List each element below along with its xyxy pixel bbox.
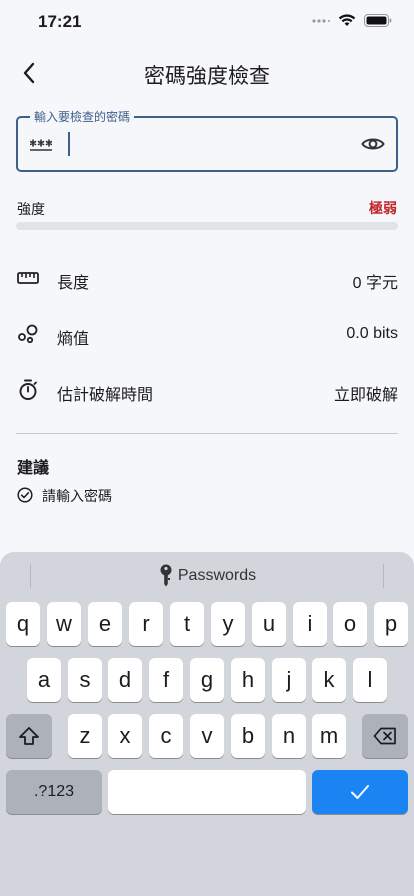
key-m[interactable]: m xyxy=(312,714,346,758)
nav-bar: 密碼強度檢查 xyxy=(0,46,414,100)
wifi-icon xyxy=(338,13,356,32)
key-b[interactable]: b xyxy=(231,714,265,758)
suggestion-item: 請輸入密碼 xyxy=(17,486,112,506)
key-s[interactable]: s xyxy=(68,658,102,702)
done-key[interactable] xyxy=(312,770,408,814)
metric-crack-time: 估計破解時間 立即破解 xyxy=(16,375,398,405)
metric-label: 長度 xyxy=(57,275,90,292)
strength-value: 極弱 xyxy=(369,200,397,216)
status-icons xyxy=(312,13,392,32)
key-n[interactable]: n xyxy=(272,714,306,758)
metric-entropy: 熵值 0.0 bits xyxy=(16,319,398,349)
key-o[interactable]: o xyxy=(333,602,367,646)
metric-label: 熵值 xyxy=(57,331,90,348)
status-time: 17:21 xyxy=(38,12,82,31)
strength-bar xyxy=(16,222,398,230)
suggestion-text: 請輸入密碼 xyxy=(42,488,112,504)
status-bar: 17:21 xyxy=(0,0,414,46)
passwords-label: Passwords xyxy=(177,567,257,584)
eye-icon xyxy=(361,138,385,150)
backspace-icon xyxy=(373,727,396,745)
key-f[interactable]: f xyxy=(149,658,183,702)
numbers-key[interactable]: .?123 xyxy=(6,770,102,814)
key-a[interactable]: a xyxy=(27,658,61,702)
shift-key[interactable] xyxy=(6,714,52,758)
key-p[interactable]: p xyxy=(374,602,408,646)
toggle-visibility-button[interactable] xyxy=(360,132,386,156)
key-y[interactable]: y xyxy=(211,602,245,646)
key-i[interactable]: i xyxy=(293,602,327,646)
bubbles-icon xyxy=(16,322,40,346)
delete-key[interactable] xyxy=(362,714,408,758)
passwords-autofill-button[interactable]: Passwords xyxy=(30,564,384,588)
space-key[interactable] xyxy=(108,770,306,814)
key-j[interactable]: j xyxy=(272,658,306,702)
key-h[interactable]: h xyxy=(231,658,265,702)
key-v[interactable]: v xyxy=(190,714,224,758)
key-t[interactable]: t xyxy=(170,602,204,646)
keyboard: Passwords q w e r t y u i o p a s d f g … xyxy=(0,552,414,896)
password-dots-icon xyxy=(29,138,53,151)
key-c[interactable]: c xyxy=(149,714,183,758)
page-title: 密碼強度檢查 xyxy=(144,65,270,88)
divider xyxy=(16,433,398,434)
key-g[interactable]: g xyxy=(190,658,224,702)
key-k[interactable]: k xyxy=(312,658,346,702)
check-circle-icon xyxy=(17,486,33,506)
key-q[interactable]: q xyxy=(6,602,40,646)
text-cursor xyxy=(68,132,70,156)
key-d[interactable]: d xyxy=(108,658,142,702)
password-field-label: 輸入要檢查的密碼 xyxy=(30,109,135,125)
key-l[interactable]: l xyxy=(353,658,387,702)
metric-length: 長度 0 字元 xyxy=(16,263,398,293)
key-w[interactable]: w xyxy=(47,602,81,646)
checkmark-icon xyxy=(351,785,369,799)
timer-icon xyxy=(16,378,40,402)
ruler-icon xyxy=(16,266,40,290)
key-z[interactable]: z xyxy=(68,714,102,758)
strength-label: 強度 xyxy=(17,201,45,217)
battery-icon xyxy=(364,13,392,32)
signal-icon xyxy=(312,14,330,32)
suggestions-title: 建議 xyxy=(17,460,50,477)
key-e[interactable]: e xyxy=(88,602,122,646)
metric-value: 立即破解 xyxy=(333,387,398,404)
metric-value: 0 字元 xyxy=(352,275,398,292)
key-u[interactable]: u xyxy=(252,602,286,646)
metric-value: 0.0 bits xyxy=(346,325,398,342)
shift-icon xyxy=(19,727,39,745)
password-field[interactable]: 輸入要檢查的密碼 xyxy=(16,109,398,172)
key-x[interactable]: x xyxy=(108,714,142,758)
key-icon xyxy=(160,564,172,587)
metric-label: 估計破解時間 xyxy=(57,387,154,404)
key-r[interactable]: r xyxy=(129,602,163,646)
